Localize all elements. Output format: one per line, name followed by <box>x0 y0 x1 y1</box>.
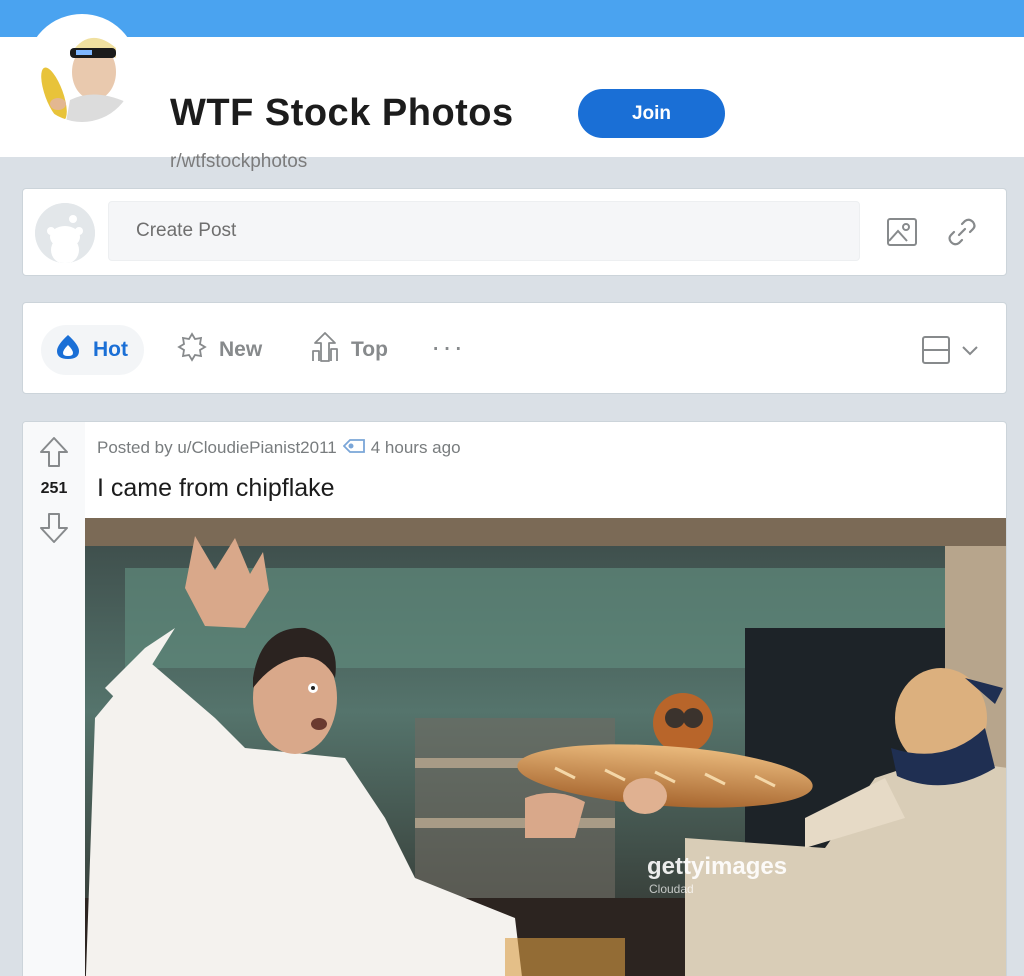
create-post-card: Create Post <box>22 188 1007 276</box>
sort-label: Hot <box>93 338 128 361</box>
community-title: WTF Stock Photos <box>170 92 514 134</box>
user-avatar[interactable] <box>35 203 95 263</box>
create-post-input[interactable]: Create Post <box>108 201 860 261</box>
community-avatar <box>26 14 138 126</box>
sort-label: New <box>219 338 263 361</box>
sort-hot[interactable]: Hot <box>41 325 144 375</box>
watermark-logo: gettyimages <box>647 853 788 880</box>
post-card[interactable]: 251 Posted by u/CloudiePianist2011 4 hou… <box>22 421 1007 976</box>
vote-column: 251 <box>23 422 85 976</box>
sort-bar: Hot New Top ··· <box>22 302 1007 394</box>
layout-toggle[interactable] <box>921 335 979 370</box>
sparkle-icon <box>177 332 207 368</box>
more-options-button[interactable]: ··· <box>431 331 465 363</box>
upvote-icon[interactable] <box>39 436 69 473</box>
post-time[interactable]: 4 hours ago <box>371 438 461 458</box>
image-icon[interactable] <box>885 215 919 249</box>
chevron-down-icon <box>961 344 979 362</box>
subreddit-name[interactable]: r/wtfstockphotos <box>170 151 307 173</box>
vote-count: 251 <box>40 480 68 497</box>
community-banner <box>0 0 1024 37</box>
posted-by[interactable]: Posted by u/CloudiePianist2011 <box>97 438 337 458</box>
flame-icon <box>55 333 81 367</box>
community-header: WTF Stock Photos r/wtfstockphotos Join <box>0 37 1024 172</box>
award-tag-icon <box>342 438 365 458</box>
downvote-icon[interactable] <box>39 512 69 549</box>
post-title[interactable]: I came from chipflake <box>97 474 335 503</box>
link-icon[interactable] <box>945 215 979 249</box>
sort-top[interactable]: Top <box>311 325 388 375</box>
join-button[interactable]: Join <box>578 89 725 138</box>
post-meta: Posted by u/CloudiePianist2011 4 hours a… <box>97 438 461 458</box>
watermark-credit: Cloudad <box>649 882 694 896</box>
sort-label: Top <box>351 338 388 361</box>
post-image[interactable]: gettyimages Cloudad <box>85 518 1006 976</box>
top-chart-icon <box>311 331 339 369</box>
card-layout-icon <box>921 335 951 370</box>
sort-new[interactable]: New <box>177 325 262 375</box>
